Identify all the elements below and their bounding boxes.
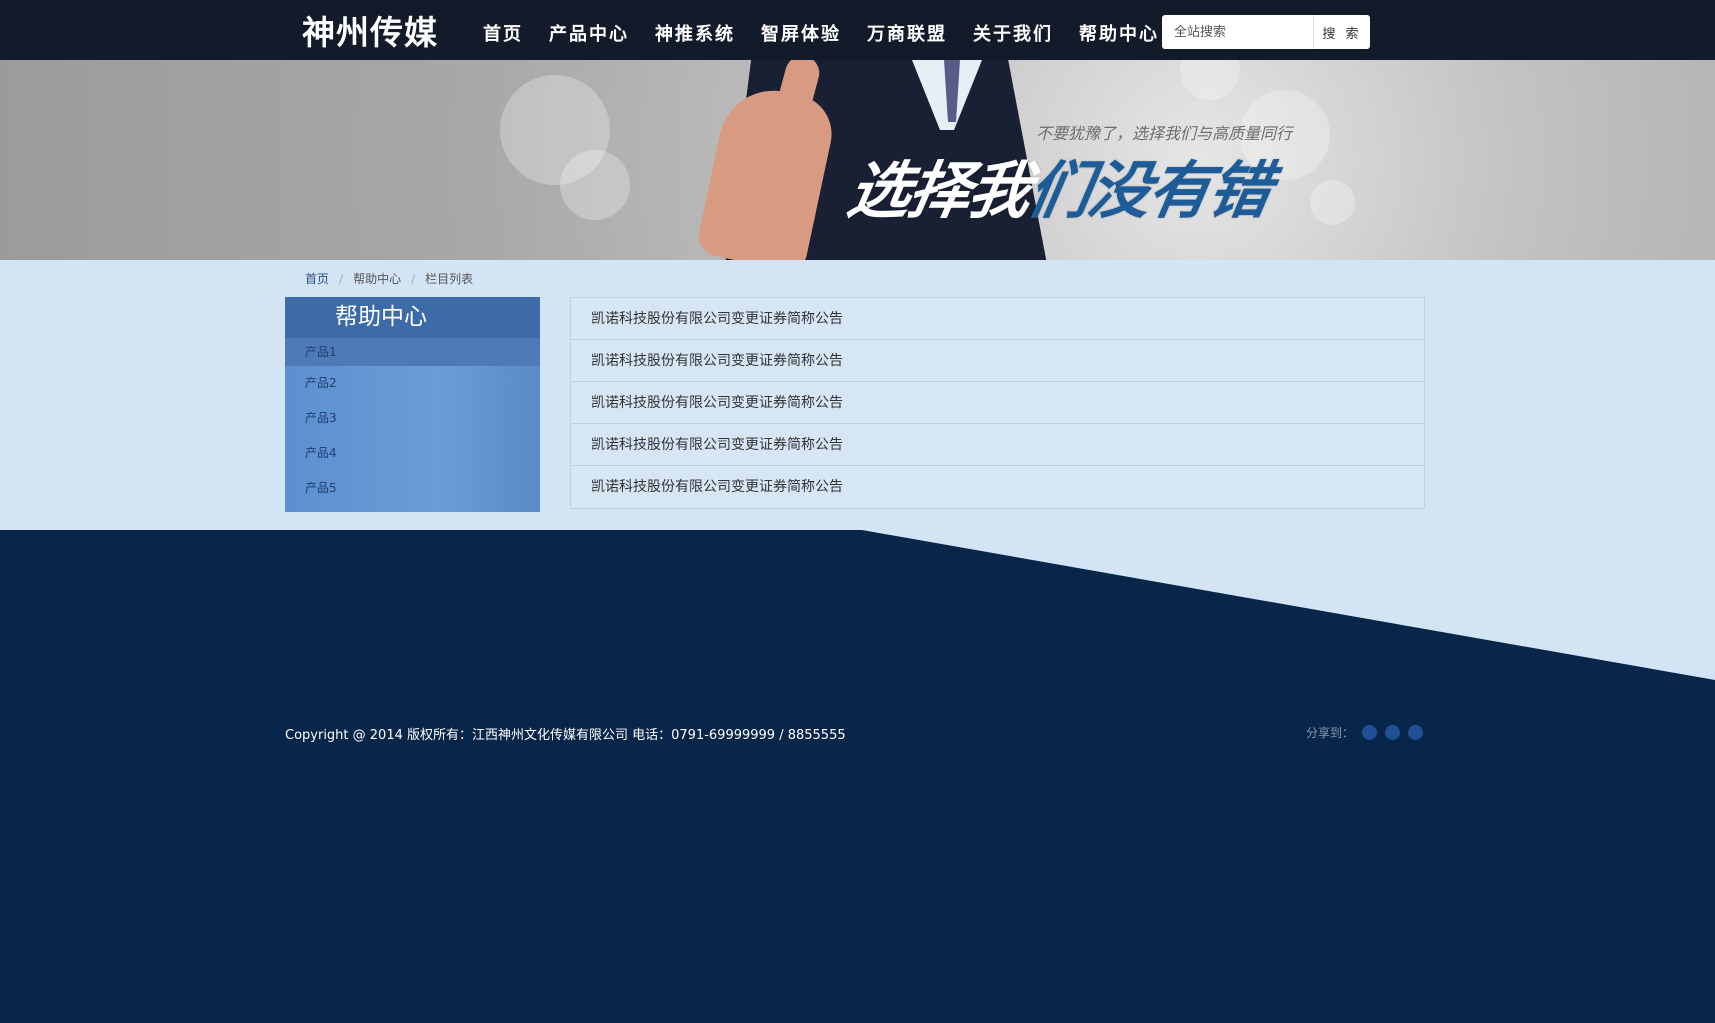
main-nav: 首页 产品中心 神推系统 智屏体验 万商联盟 关于我们 帮助中心 <box>470 0 1172 60</box>
nav-item-promotion-system[interactable]: 神推系统 <box>642 0 748 60</box>
share-bar: 分享到： <box>1306 724 1424 741</box>
sidebar-title: 帮助中心 <box>285 297 540 338</box>
nav-item-home[interactable]: 首页 <box>470 0 536 60</box>
sidebar-item-product-1[interactable]: 产品1 <box>285 338 540 366</box>
banner-headline-white: 选择我 <box>842 154 1036 227</box>
sidebar-item-product-5[interactable]: 产品5 <box>285 471 540 506</box>
search-button[interactable]: 搜 索 <box>1313 15 1370 49</box>
list-item[interactable]: 凯诺科技股份有限公司变更证券简称公告 <box>571 298 1424 340</box>
banner-headline-blue: 们没有错 <box>1022 154 1276 227</box>
nav-item-about[interactable]: 关于我们 <box>960 0 1066 60</box>
share-qzone-icon[interactable] <box>1362 725 1378 740</box>
site-logo[interactable]: 神州传媒 <box>302 6 438 54</box>
bokeh-circle <box>1310 180 1355 225</box>
hero-banner: 不要犹豫了，选择我们与高质量同行 选择我们没有错 <box>0 60 1715 260</box>
list-item[interactable]: 凯诺科技股份有限公司变更证券简称公告 <box>571 424 1424 466</box>
sidebar-item-product-3[interactable]: 产品3 <box>285 401 540 436</box>
banner-headline: 选择我们没有错 <box>842 140 1278 230</box>
search-input[interactable] <box>1162 15 1313 49</box>
nav-item-merchant-alliance[interactable]: 万商联盟 <box>854 0 960 60</box>
list-item[interactable]: 凯诺科技股份有限公司变更证券简称公告 <box>571 340 1424 382</box>
share-tencent-icon[interactable] <box>1408 725 1424 740</box>
share-weibo-icon[interactable] <box>1385 725 1401 740</box>
breadcrumb: 首页 / 帮助中心 / 栏目列表 <box>305 270 473 287</box>
article-list: 凯诺科技股份有限公司变更证券简称公告 凯诺科技股份有限公司变更证券简称公告 凯诺… <box>570 297 1425 509</box>
list-item[interactable]: 凯诺科技股份有限公司变更证券简称公告 <box>571 382 1424 424</box>
search-box: 搜 索 <box>1162 15 1370 49</box>
nav-item-help[interactable]: 帮助中心 <box>1066 0 1172 60</box>
breadcrumb-separator: / <box>339 271 344 286</box>
bokeh-circle <box>1180 60 1240 100</box>
breadcrumb-home[interactable]: 首页 <box>305 270 329 287</box>
sidebar-item-product-4[interactable]: 产品4 <box>285 436 540 471</box>
nav-item-smart-screen[interactable]: 智屏体验 <box>748 0 854 60</box>
breadcrumb-section[interactable]: 帮助中心 <box>353 270 401 287</box>
share-label: 分享到： <box>1306 726 1355 740</box>
breadcrumb-separator: / <box>411 271 416 286</box>
sidebar: 帮助中心 产品1 产品2 产品3 产品4 产品5 <box>285 297 540 512</box>
list-item[interactable]: 凯诺科技股份有限公司变更证券简称公告 <box>571 466 1424 508</box>
sidebar-item-product-2[interactable]: 产品2 <box>285 366 540 401</box>
top-navbar: 神州传媒 首页 产品中心 神推系统 智屏体验 万商联盟 关于我们 帮助中心 搜 … <box>0 0 1715 60</box>
footer-copyright: Copyright @ 2014 版权所有：江西神州文化传媒有限公司 电话：07… <box>285 728 846 743</box>
nav-item-products[interactable]: 产品中心 <box>536 0 642 60</box>
bokeh-circle <box>560 150 630 220</box>
breadcrumb-current: 栏目列表 <box>425 272 474 286</box>
